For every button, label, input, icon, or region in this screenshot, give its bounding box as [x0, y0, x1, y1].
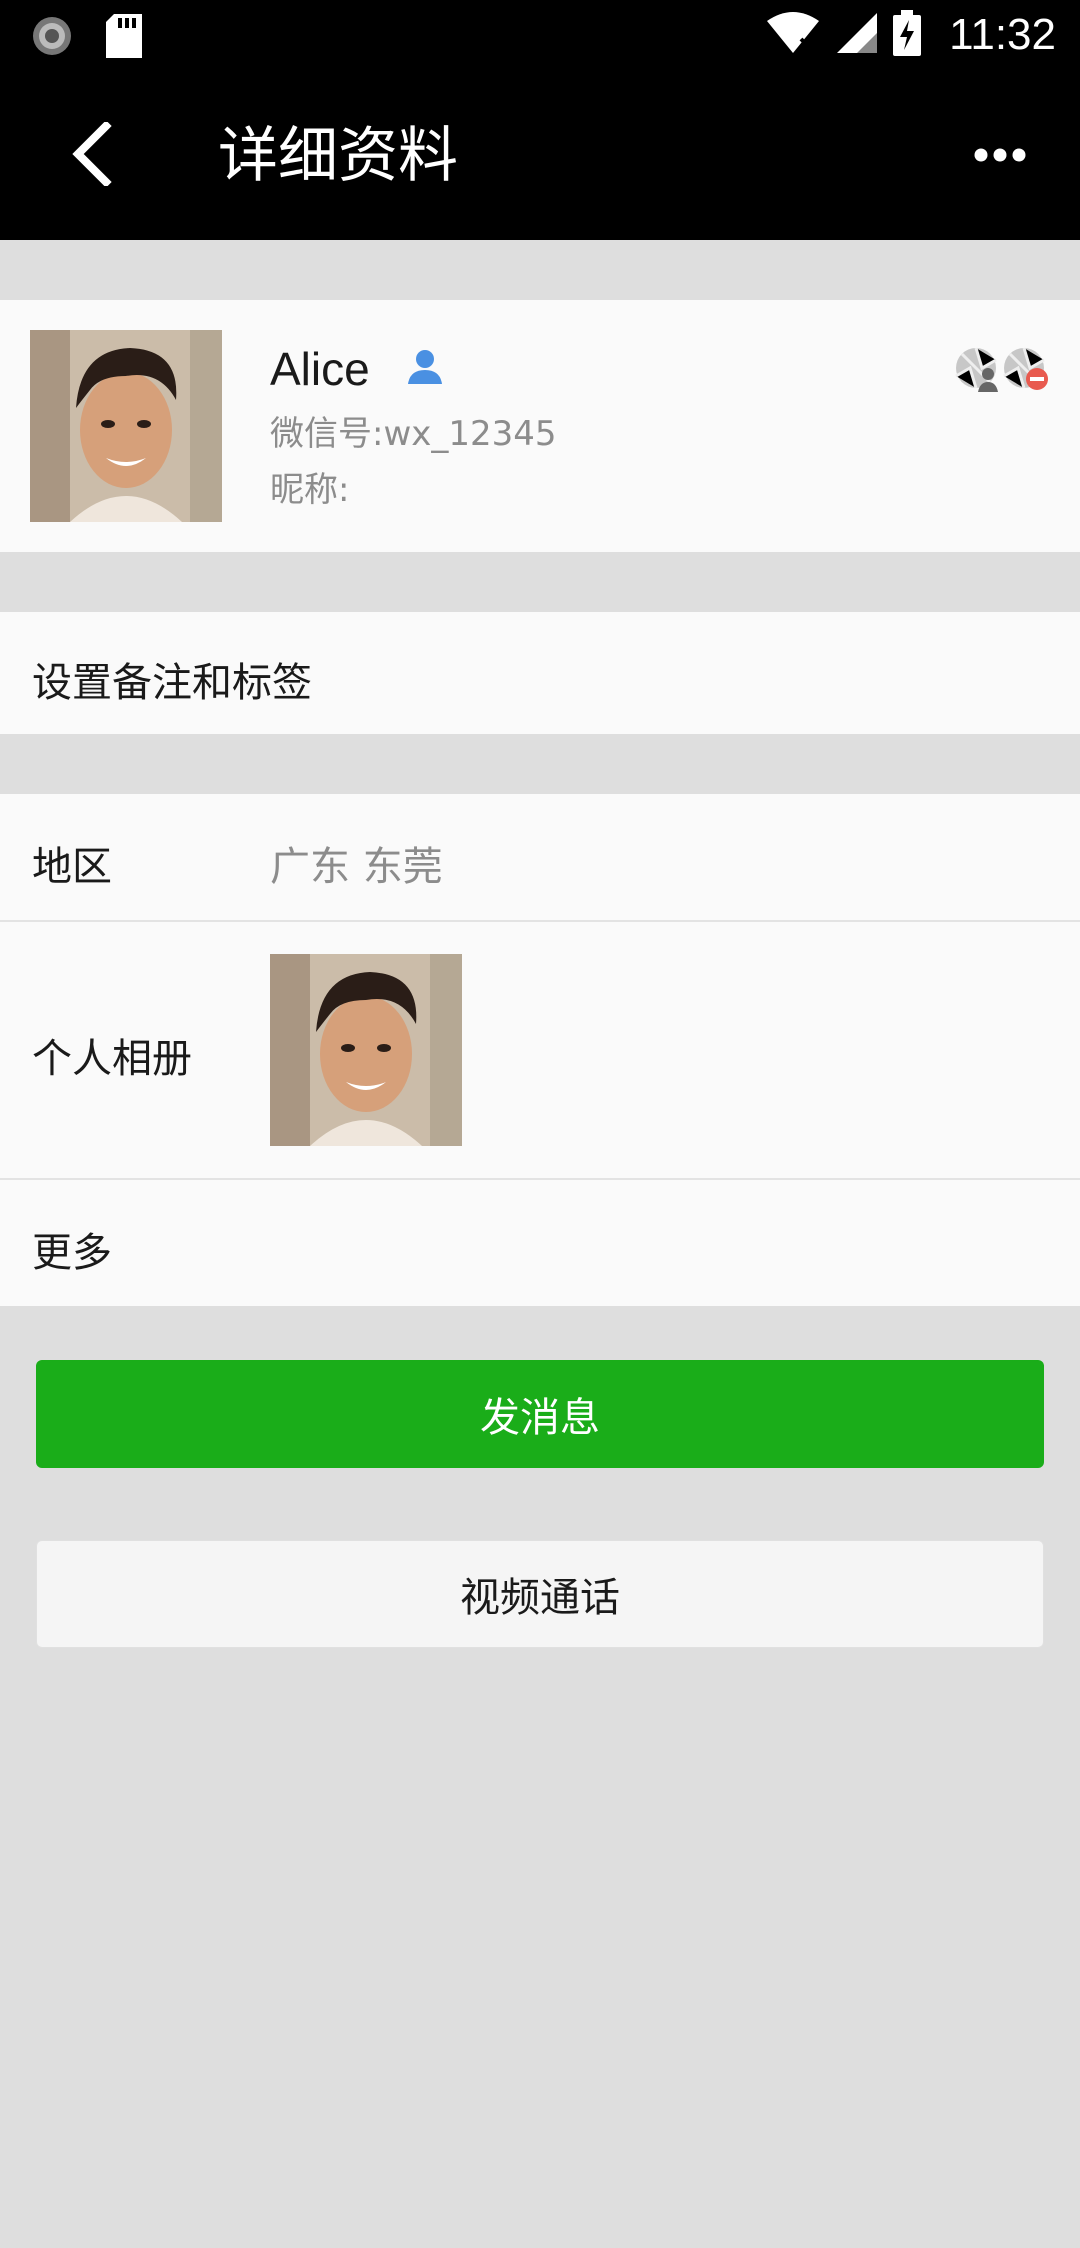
status-bar-left: [30, 14, 142, 62]
avatar[interactable]: [30, 330, 222, 522]
album-thumbnail[interactable]: [270, 954, 462, 1146]
back-button[interactable]: [50, 116, 130, 196]
more-row[interactable]: 更多: [0, 1180, 1080, 1306]
privacy-status-icons: [954, 346, 1050, 396]
set-remark-tags-row[interactable]: 设置备注和标签: [0, 612, 1080, 734]
more-dots-icon: [974, 147, 1026, 166]
send-message-button[interactable]: 发消息: [36, 1360, 1044, 1468]
profile-card: Alice 微信号:wx_12345 昵称:: [0, 300, 1080, 552]
moments-blocked-icon: [1002, 346, 1050, 396]
region-value: 广东 东莞: [270, 844, 443, 890]
status-time: 11:32: [949, 10, 1056, 59]
battery-charging-icon: [893, 10, 922, 60]
more-label: 更多: [32, 1230, 112, 1276]
wechat-id: 微信号:wx_12345: [270, 414, 557, 454]
signal-icon: [835, 11, 879, 59]
page-title: 详细资料: [218, 121, 458, 191]
personal-album-label: 个人相册: [32, 1036, 192, 1082]
status-bar: 11:32: [0, 0, 1080, 72]
more-options-button[interactable]: [960, 116, 1040, 196]
status-bar-right: 11:32: [765, 10, 1056, 60]
set-remark-tags-label: 设置备注和标签: [32, 660, 312, 706]
male-user-icon: [406, 348, 444, 390]
wifi-icon: [765, 11, 821, 59]
video-call-button[interactable]: 视频通话: [36, 1540, 1044, 1648]
moments-hidden-user-icon: [954, 346, 1002, 396]
contact-name: Alice: [270, 343, 370, 395]
back-arrow-icon: [68, 120, 112, 190]
sd-card-icon: [106, 14, 142, 62]
app-bar: 详细资料: [0, 72, 1080, 240]
region-row: 地区 广东 东莞: [0, 794, 1080, 920]
nickname: 昵称:: [270, 470, 350, 510]
loading-icon: [30, 14, 74, 62]
name-row: Alice: [270, 342, 444, 396]
personal-album-row[interactable]: 个人相册: [0, 922, 1080, 1178]
region-label: 地区: [32, 844, 112, 890]
